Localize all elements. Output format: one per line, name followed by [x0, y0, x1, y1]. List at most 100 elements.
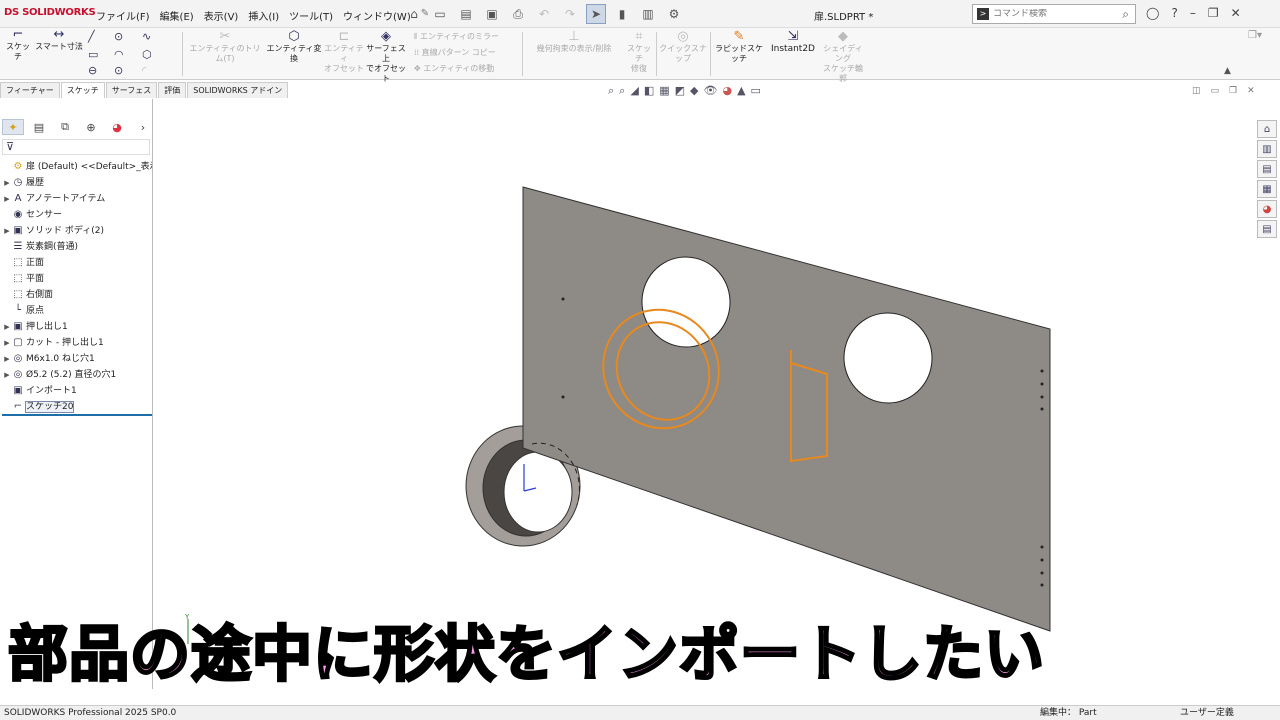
expand-arrow-icon[interactable]: ▶	[2, 223, 12, 239]
tab-surfaces[interactable]: サーフェス	[105, 82, 158, 98]
close-icon[interactable]: ✕	[1231, 6, 1241, 20]
tree-item[interactable]: ▣ インポート1	[2, 383, 152, 399]
view-settings-icon[interactable]: ▭	[751, 84, 761, 98]
convert-entities-button[interactable]: ⬡ エンティティ変換	[266, 30, 322, 64]
tab-addins[interactable]: SOLIDWORKS アドイン	[187, 82, 289, 98]
menu-file[interactable]: ファイル(F)	[96, 8, 150, 23]
tree-item[interactable]: ▶ ▣ 押し出し1	[2, 319, 152, 335]
menu-tools[interactable]: ツール(T)	[289, 8, 333, 23]
restore-icon[interactable]: ❐	[1208, 6, 1219, 20]
rebuild-icon[interactable]: ▮	[612, 4, 632, 24]
tree-filter[interactable]: ⊽	[2, 139, 150, 155]
new-document-icon[interactable]: ▭	[430, 4, 450, 24]
sketch-button[interactable]: ⌐ スケッチ	[4, 28, 32, 62]
graphics-area[interactable]: Y	[154, 99, 1256, 689]
open-icon[interactable]: ▤	[456, 4, 476, 24]
expand-arrow-icon[interactable]: ▶	[2, 175, 12, 191]
expand-arrow-icon[interactable]: ▶	[2, 335, 12, 351]
command-search-input[interactable]	[993, 9, 1113, 19]
print-icon[interactable]: ⎙	[508, 4, 528, 24]
menu-window[interactable]: ウィンドウ(W)	[343, 8, 411, 23]
feature-manager-tab-icon[interactable]: ✦	[2, 119, 24, 135]
viewport-minimize-icon[interactable]: ▭	[1211, 86, 1220, 96]
configuration-manager-tab-icon[interactable]: ⧉	[54, 119, 76, 135]
command-search[interactable]: > ⌕	[972, 4, 1136, 24]
fillet-icon[interactable]: ◜	[142, 64, 146, 77]
tree-item[interactable]: ▶ ▣ ソリッド ボディ(2)	[2, 223, 152, 239]
rapid-sketch-button[interactable]: ✎ ラピッドスケッチ	[712, 30, 766, 64]
tree-item[interactable]: ▶ ▢ カット - 押し出し1	[2, 335, 152, 351]
collapse-ribbon-icon[interactable]: ▲	[1224, 66, 1231, 76]
expand-arrow-icon[interactable]: ▶	[2, 319, 12, 335]
display-relations-button[interactable]: ⊥ 幾何拘束の表示/削除	[526, 30, 622, 54]
apply-scene-icon[interactable]: ▲	[737, 84, 745, 98]
options-gear-icon[interactable]: ⚙	[664, 4, 684, 24]
tree-item[interactable]: ⌐ スケッチ20	[2, 399, 152, 415]
hide-show-items-icon[interactable]: 👁	[704, 84, 718, 98]
viewport-restore-icon[interactable]: ❐	[1229, 86, 1237, 96]
ribbon-options-icon[interactable]: ❐▾	[1248, 30, 1262, 41]
save-icon[interactable]: ▣	[482, 4, 502, 24]
user-icon[interactable]: ◯	[1146, 6, 1159, 20]
expand-arrow-icon[interactable]: ▶	[2, 351, 12, 367]
help-icon[interactable]: ?	[1171, 6, 1177, 20]
redo-icon[interactable]: ↷	[560, 4, 580, 24]
trim-entities-button[interactable]: ✂ エンティティのトリム(T)	[186, 30, 264, 64]
rectangle-icon[interactable]: ▭	[88, 48, 98, 61]
repair-sketch-button[interactable]: ⌗ スケッチ 修復	[624, 30, 654, 74]
spline-icon[interactable]: ∿	[142, 30, 151, 43]
shaded-sketch-contours-button[interactable]: ◆ シェイディング スケッチ輪郭	[820, 30, 866, 84]
offset-on-surface-button[interactable]: ◈ サーフェス上 でオフセット	[364, 30, 408, 84]
home-icon[interactable]: ⌂	[404, 4, 424, 24]
file-properties-icon[interactable]: ▥	[638, 4, 658, 24]
previous-view-icon[interactable]: ◢	[630, 84, 638, 98]
status-units[interactable]: ユーザー定義	[1180, 706, 1234, 720]
circle-icon[interactable]: ⊙	[114, 30, 123, 43]
select-icon[interactable]: ➤	[586, 4, 606, 24]
undo-icon[interactable]: ↶	[534, 4, 554, 24]
view-orientation-icon[interactable]: ◩	[675, 84, 685, 98]
view-palette-icon[interactable]: ▦	[1257, 180, 1277, 198]
linear-pattern-button[interactable]: ⁞⁞ 直線パターン コピー	[414, 48, 496, 58]
search-icon[interactable]: ⌕	[1122, 7, 1129, 22]
tree-item[interactable]: ⚙扉 (Default) <<Default>_表示状	[2, 159, 152, 175]
line-icon[interactable]: ╱	[88, 30, 95, 43]
viewport-split-icon[interactable]: ◫	[1192, 86, 1201, 96]
instant2d-button[interactable]: ⇲ Instant2D	[768, 30, 818, 54]
viewport-close-icon[interactable]: ✕	[1247, 86, 1255, 96]
smart-dimension-button[interactable]: ↔ スマート寸法	[34, 28, 84, 52]
expand-arrow-icon[interactable]: ▶	[2, 191, 12, 207]
rollback-bar[interactable]	[2, 414, 152, 416]
expand-arrow-icon[interactable]: ▶	[2, 367, 12, 383]
appearances-icon[interactable]: ◕	[1257, 200, 1277, 218]
minimize-icon[interactable]: –	[1190, 6, 1196, 20]
mirror-entities-button[interactable]: ⫴ エンティティのミラー	[414, 32, 499, 42]
menu-view[interactable]: 表示(V)	[204, 8, 239, 23]
more-tabs-chevron-icon[interactable]: ›	[132, 119, 154, 135]
menu-insert[interactable]: 挿入(I)	[248, 8, 279, 23]
display-manager-tab-icon[interactable]: ◕	[106, 119, 128, 135]
solidworks-resources-icon[interactable]: ⌂	[1257, 120, 1277, 138]
section-view-icon[interactable]: ◧	[644, 84, 654, 98]
tab-features[interactable]: フィーチャー	[0, 82, 60, 98]
tree-item[interactable]: ⬚ 平面	[2, 271, 152, 287]
tab-evaluate[interactable]: 評価	[158, 82, 187, 98]
tab-sketch[interactable]: スケッチ	[60, 82, 105, 98]
slot-icon[interactable]: ⊖	[88, 64, 97, 77]
zoom-to-area-icon[interactable]: ⌕	[619, 84, 625, 98]
tree-item[interactable]: ◉ センサー	[2, 207, 152, 223]
design-library-icon[interactable]: ▥	[1257, 140, 1277, 158]
move-entities-button[interactable]: ✥ エンティティの移動	[414, 64, 494, 74]
zoom-to-fit-icon[interactable]: ⌕	[608, 84, 614, 98]
property-manager-tab-icon[interactable]: ▤	[28, 119, 50, 135]
arc-icon[interactable]: ◠	[114, 48, 124, 61]
point-icon[interactable]: ⊙	[114, 64, 123, 77]
tree-item[interactable]: ⬚ 正面	[2, 255, 152, 271]
tree-item[interactable]: ▶ ◷ 履歴	[2, 175, 152, 191]
edit-appearance-icon[interactable]: ◕	[722, 84, 732, 98]
file-explorer-icon[interactable]: ▤	[1257, 160, 1277, 178]
tree-item[interactable]: ▶ ◎ Ø5.2 (5.2) 直径の穴1	[2, 367, 152, 383]
tree-item[interactable]: ☰ 炭素鋼(普通)	[2, 239, 152, 255]
polygon-icon[interactable]: ⬡	[142, 48, 152, 61]
offset-entities-button[interactable]: ⊏ エンティティ オフセット	[324, 30, 364, 74]
